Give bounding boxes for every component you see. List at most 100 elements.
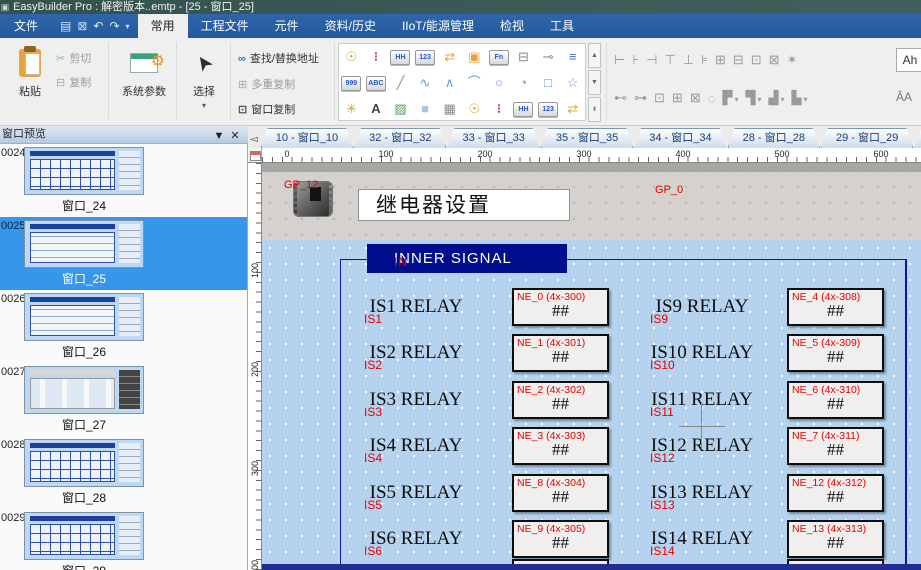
document-tab[interactable]: 34 - 窗口_34 bbox=[634, 128, 726, 148]
relay-label[interactable]: IS11 IS11 RELAY bbox=[646, 381, 758, 419]
rectangle-icon[interactable]: □ bbox=[537, 72, 559, 94]
function-key2-icon[interactable]: ⇄ bbox=[562, 98, 584, 120]
quick-access-dropdown-icon[interactable]: ▾ bbox=[126, 22, 130, 31]
wave-icon[interactable]: ∿ bbox=[414, 72, 436, 94]
window-copy-button[interactable]: ⊡窗口复制 bbox=[238, 101, 295, 117]
move-up-layer-icon[interactable]: ▟ bbox=[768, 90, 784, 106]
font-name-button[interactable]: Ah bbox=[896, 48, 921, 72]
line-icon[interactable]: ╱ bbox=[389, 72, 411, 94]
ribbon-tab[interactable]: IIoT/能源管理 bbox=[389, 14, 487, 38]
slider-icon[interactable]: ⊸ bbox=[537, 46, 559, 68]
redo-icon[interactable]: ↷ bbox=[109, 19, 119, 33]
font-size-button[interactable]: ÂA bbox=[896, 90, 912, 104]
circle-icon[interactable]: ○ bbox=[488, 72, 510, 94]
pie-icon[interactable]: ◔ bbox=[512, 72, 534, 94]
align-right-icon[interactable]: ⊣ bbox=[646, 52, 657, 68]
flip-icon[interactable]: ▙ bbox=[792, 90, 808, 106]
relay-label[interactable]: IS3 IS3 RELAY bbox=[360, 381, 472, 419]
relay-label[interactable]: IS14 IS14 RELAY bbox=[646, 520, 758, 558]
cut-button[interactable]: ✂剪切 bbox=[56, 50, 91, 66]
function-key-icon[interactable]: ⇄ bbox=[439, 46, 461, 68]
bit-lamp2-icon[interactable]: ☉ bbox=[463, 98, 485, 120]
rotate-icon[interactable]: ◌ bbox=[708, 91, 716, 106]
align-center-icon[interactable]: ⊦ bbox=[632, 52, 639, 68]
bring-front-icon[interactable]: ▛ bbox=[722, 90, 738, 106]
word-lamp2-icon[interactable]: ⁝ bbox=[488, 98, 510, 120]
compile-icon[interactable]: ⊠ bbox=[77, 19, 87, 33]
palette-expand-icon[interactable]: ⇟ bbox=[588, 97, 601, 122]
ribbon-tab[interactable]: 工具 bbox=[537, 14, 587, 38]
set-word-icon[interactable]: 123 bbox=[415, 50, 435, 65]
numeric-display-object[interactable]: NE_0 (4x-300) ## bbox=[512, 288, 609, 326]
palette-scroll-up-icon[interactable]: ▲ bbox=[588, 43, 601, 68]
relay-label[interactable]: IS9 IS9 RELAY bbox=[646, 288, 758, 326]
same-size-icon[interactable]: ⊡ bbox=[654, 90, 665, 106]
numeric-display-object[interactable]: NE_2 (4x-302) ## bbox=[512, 381, 609, 419]
window-thumbnail[interactable] bbox=[24, 147, 144, 195]
ribbon-tab[interactable]: 常用 bbox=[138, 14, 188, 38]
bit-lamp-icon[interactable]: ☉ bbox=[340, 46, 362, 68]
set-bit2-icon[interactable]: HH bbox=[513, 102, 533, 117]
star-icon[interactable]: ☆ bbox=[562, 72, 584, 94]
same-width-icon[interactable]: ⊷ bbox=[614, 90, 627, 106]
fit-height-icon[interactable]: ⊞ bbox=[715, 52, 726, 68]
multi-copy-button[interactable]: ⊞多重复制 bbox=[238, 76, 295, 92]
窗口_29[interactable]: 0029 窗口_29 bbox=[0, 509, 247, 570]
numeric-display-object[interactable]: NE_3 (4x-303) ## bbox=[512, 427, 609, 465]
fit-width-icon[interactable]: ⊟ bbox=[733, 52, 744, 68]
pin-icon[interactable]: ✶ bbox=[787, 52, 798, 68]
窗口_26[interactable]: 0026 窗口_26 bbox=[0, 290, 247, 363]
numeric-display-object[interactable]: NE_13 (4x-313) ## bbox=[787, 520, 884, 558]
set-bit-icon[interactable]: HH bbox=[390, 50, 410, 65]
窗口_28[interactable]: 0028 窗口_28 bbox=[0, 436, 247, 509]
save-icon[interactable]: ▤ bbox=[60, 19, 71, 33]
relay-label[interactable]: IS2 IS2 RELAY bbox=[360, 334, 472, 372]
select-dropdown-icon[interactable]: ▾ bbox=[202, 101, 206, 110]
relay-label[interactable]: IS4 IS4 RELAY bbox=[360, 427, 472, 465]
design-canvas[interactable]: 0 100 200 300 400 500 600 100 200 300 40… bbox=[248, 148, 921, 570]
align-top-icon[interactable]: ⊤ bbox=[664, 52, 675, 68]
document-tab[interactable]: 29 - 窗口_29 bbox=[821, 128, 913, 148]
toggle-switch-icon[interactable]: ▣ bbox=[463, 46, 485, 68]
system-params-button[interactable]: 系统参数 bbox=[116, 43, 172, 117]
align-middle-icon[interactable]: ⊥ bbox=[683, 52, 694, 68]
window-title-object[interactable]: 继电器设置 bbox=[358, 189, 570, 221]
set-word2-icon[interactable]: 123 bbox=[538, 102, 558, 117]
undo-icon[interactable]: ↶ bbox=[93, 19, 103, 33]
numeric-display-object[interactable]: NE_1 (4x-301) ## bbox=[512, 334, 609, 372]
window-thumbnail[interactable] bbox=[24, 220, 144, 268]
document-tab[interactable]: 26 - 窗 bbox=[914, 128, 921, 148]
picture-icon[interactable]: ▨ bbox=[389, 98, 411, 120]
align-bottom-icon[interactable]: ⊧ bbox=[701, 52, 708, 68]
arc-icon[interactable]: ⌒ bbox=[463, 72, 485, 94]
panel-collapse-icon[interactable]: ▼ bbox=[212, 128, 226, 145]
paste-button[interactable]: 粘贴 bbox=[6, 43, 54, 117]
window-bar-icon[interactable]: ⊟ bbox=[512, 46, 534, 68]
window-thumbnail[interactable] bbox=[24, 512, 144, 560]
nudge-icon[interactable]: ⊞ bbox=[672, 90, 683, 106]
option-list-icon[interactable]: ≡ bbox=[562, 46, 584, 68]
ribbon-tab[interactable]: 工程文件 bbox=[188, 14, 262, 38]
tab-scroll-left-icon[interactable]: ◅ bbox=[248, 134, 261, 148]
text-icon[interactable]: A bbox=[365, 98, 387, 120]
polyline-icon[interactable]: ∧ bbox=[439, 72, 461, 94]
window-thumbnail[interactable] bbox=[24, 366, 144, 414]
find-replace-address-button[interactable]: ∞查找/替换地址 bbox=[238, 50, 319, 66]
table-icon[interactable]: ▦ bbox=[439, 98, 461, 120]
numeric-display-object[interactable]: NE_12 (4x-312) ## bbox=[787, 474, 884, 512]
flow-block-icon[interactable]: ✳ bbox=[340, 98, 362, 120]
window-thumbnail[interactable] bbox=[24, 293, 144, 341]
relay-label[interactable]: IS5 IS5 RELAY bbox=[360, 474, 472, 512]
function-button-icon[interactable]: Fn bbox=[489, 50, 509, 65]
numeric-display-object[interactable]: NE_9 (4x-305) ## bbox=[512, 520, 609, 558]
document-tab[interactable]: 10 - 窗口_10 bbox=[261, 128, 353, 148]
space-evenly-icon[interactable]: ⊠ bbox=[690, 90, 701, 106]
align-left-icon[interactable]: ⊢ bbox=[614, 52, 625, 68]
copy-button[interactable]: ⊟复制 bbox=[56, 74, 91, 90]
relay-label[interactable]: IS1 IS1 RELAY bbox=[360, 288, 472, 326]
menu-file[interactable]: 文件 bbox=[0, 14, 52, 38]
ribbon-tab[interactable]: 资料/历史 bbox=[312, 14, 389, 38]
relay-label[interactable]: IS12 IS12 RELAY bbox=[646, 427, 758, 465]
word-lamp-icon[interactable]: ⁝ bbox=[365, 46, 387, 68]
ascii-input-icon[interactable]: ABC bbox=[366, 76, 386, 91]
